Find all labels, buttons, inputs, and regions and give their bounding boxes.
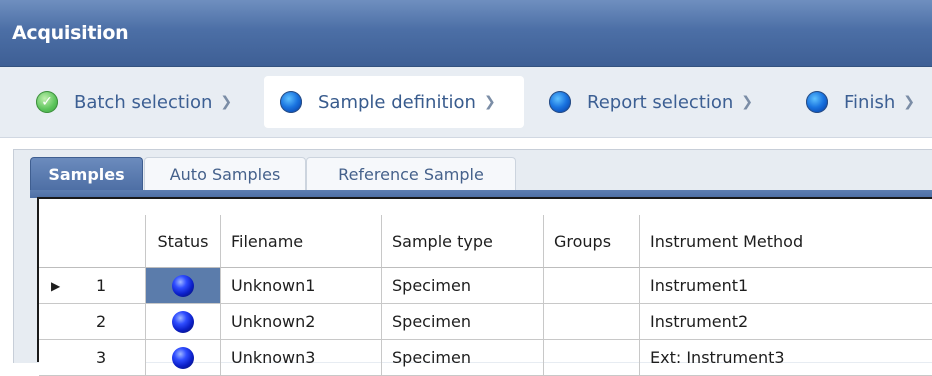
title-bar: Acquisition [0, 0, 932, 67]
row-header-corner [39, 215, 146, 268]
step-label: Batch selection [74, 91, 213, 113]
table-row[interactable]: 2 Unknown2 Specimen Instrument2 [39, 304, 932, 340]
step-report-selection[interactable]: Report selection ❯ [549, 76, 753, 128]
status-cell[interactable] [146, 304, 221, 340]
check-icon: ✓ [36, 91, 58, 113]
status-ball-icon [172, 346, 194, 369]
status-dot-icon [280, 91, 302, 113]
sample-type-cell[interactable]: Specimen [382, 304, 544, 340]
step-batch-selection[interactable]: ✓ Batch selection ❯ [36, 76, 232, 128]
column-header-sample-type[interactable]: Sample type [382, 215, 544, 268]
instrument-method-cell[interactable]: Instrument1 [640, 268, 932, 304]
window-title: Acquisition [12, 22, 129, 44]
row-header[interactable]: ▶ 1 [39, 268, 146, 304]
tab-reference-sample[interactable]: Reference Sample [306, 157, 516, 191]
grid-top-margin [39, 199, 932, 215]
status-ball-icon [172, 310, 194, 333]
current-row-pointer-icon: ▶ [51, 278, 61, 293]
instrument-method-cell[interactable]: Ext: Instrument3 [640, 340, 932, 376]
step-sample-definition[interactable]: Sample definition ❯ [264, 76, 524, 128]
step-finish[interactable]: Finish ❯ [806, 76, 915, 128]
samples-grid: Status Filename Sample type Groups Instr… [37, 197, 932, 376]
row-header[interactable]: 3 [39, 340, 146, 376]
chevron-right-icon: ❯ [483, 94, 496, 110]
table-row[interactable]: 3 Unknown3 Specimen Ext: Instrument3 [39, 340, 932, 376]
grid-header-row: Status Filename Sample type Groups Instr… [39, 215, 932, 268]
wizard-step-bar: ✓ Batch selection ❯ Sample definition ❯ … [0, 67, 932, 138]
status-cell[interactable] [146, 268, 221, 304]
chevron-right-icon: ❯ [220, 94, 233, 110]
groups-cell[interactable] [544, 340, 640, 376]
filename-cell[interactable]: Unknown3 [221, 340, 382, 376]
filename-cell[interactable]: Unknown1 [221, 268, 382, 304]
tab-samples[interactable]: Samples [30, 157, 143, 191]
column-header-filename[interactable]: Filename [221, 215, 382, 268]
groups-cell[interactable] [544, 268, 640, 304]
row-index: 1 [96, 276, 107, 295]
chevron-right-icon: ❯ [903, 94, 915, 110]
column-header-status[interactable]: Status [146, 215, 221, 268]
table-row[interactable]: ▶ 1 Unknown1 Specimen Instrument1 [39, 268, 932, 304]
sample-type-cell[interactable]: Specimen [382, 340, 544, 376]
status-ball-icon [172, 274, 194, 297]
status-dot-icon [806, 91, 828, 113]
row-index: 2 [96, 312, 107, 331]
status-cell[interactable] [146, 340, 221, 376]
filename-cell[interactable]: Unknown2 [221, 304, 382, 340]
status-dot-icon [549, 91, 571, 113]
row-index: 3 [96, 348, 107, 367]
step-label: Sample definition [318, 91, 476, 113]
column-header-instrument-method[interactable]: Instrument Method [640, 215, 932, 268]
column-header-groups[interactable]: Groups [544, 215, 640, 268]
instrument-method-cell[interactable]: Instrument2 [640, 304, 932, 340]
groups-cell[interactable] [544, 304, 640, 340]
row-header[interactable]: 2 [39, 304, 146, 340]
chevron-right-icon: ❯ [741, 94, 754, 110]
sample-type-cell[interactable]: Specimen [382, 268, 544, 304]
tab-auto-samples[interactable]: Auto Samples [144, 157, 306, 191]
step-label: Finish [844, 91, 896, 113]
step-label: Report selection [587, 91, 734, 113]
